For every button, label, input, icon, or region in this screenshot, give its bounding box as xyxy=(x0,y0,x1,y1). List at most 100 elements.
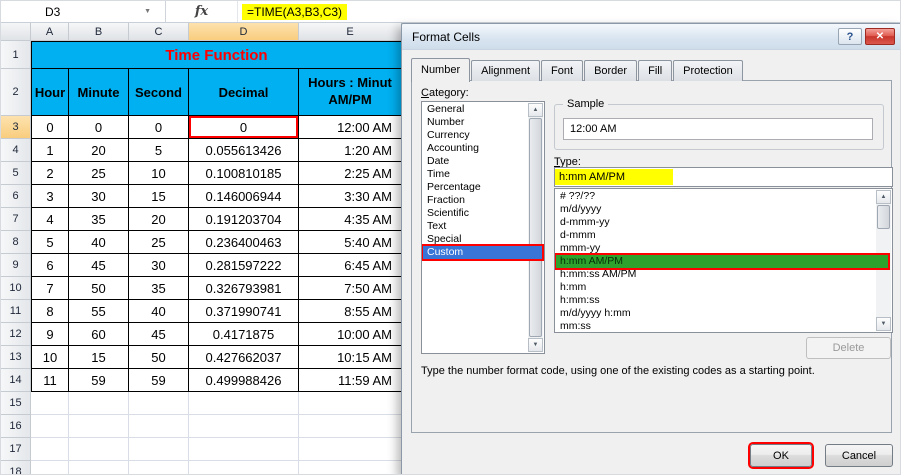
cell-second[interactable]: 0 xyxy=(129,116,189,139)
chevron-down-icon[interactable]: ▼ xyxy=(144,8,151,15)
category-option[interactable]: Special xyxy=(423,233,528,246)
cell-decimal[interactable]: 0.191203704 xyxy=(189,208,299,231)
row-header[interactable]: 11 xyxy=(1,300,31,323)
cell-minute[interactable]: 25 xyxy=(69,162,129,185)
cell-time[interactable]: 10:00 AM xyxy=(299,323,402,346)
cell-hour[interactable]: 6 xyxy=(31,254,69,277)
cell-second[interactable]: 35 xyxy=(129,277,189,300)
empty-cell[interactable] xyxy=(129,461,189,474)
type-option[interactable]: h:mm:ss xyxy=(556,294,876,307)
type-listbox[interactable]: # ??/?? m/d/yyyy d-mmm-yy d-mmm mmm-yy h:mm A… xyxy=(554,188,893,333)
cell-decimal[interactable]: 0.371990741 xyxy=(189,300,299,323)
cell-hour[interactable]: 7 xyxy=(31,277,69,300)
close-button[interactable]: ✕ xyxy=(865,28,895,45)
empty-cell[interactable] xyxy=(31,461,69,474)
cell-second[interactable]: 15 xyxy=(129,185,189,208)
empty-cell[interactable] xyxy=(69,392,129,415)
ok-button[interactable]: OK xyxy=(750,444,812,467)
empty-cell[interactable] xyxy=(69,438,129,461)
empty-cell[interactable] xyxy=(69,415,129,438)
column-header[interactable]: E xyxy=(299,23,402,41)
category-listbox[interactable]: General Number Currency Accounting Date Time P… xyxy=(421,101,545,354)
row-header[interactable]: 3 xyxy=(1,116,31,139)
insert-function-button[interactable]: fx xyxy=(166,1,238,22)
type-option[interactable]: mmm-yy xyxy=(556,242,876,255)
cell-hour[interactable]: 9 xyxy=(31,323,69,346)
cell-minute[interactable]: 15 xyxy=(69,346,129,369)
dialog-tab[interactable]: Protection xyxy=(673,60,743,81)
empty-cell[interactable] xyxy=(129,392,189,415)
cell-time[interactable]: 7:50 AM xyxy=(299,277,402,300)
category-option[interactable]: Currency xyxy=(423,129,528,142)
formula-input[interactable]: =TIME(A3,B3,C3) xyxy=(238,1,900,22)
row-header[interactable]: 1 xyxy=(1,41,31,69)
row-header[interactable]: 17 xyxy=(1,438,31,461)
cell-decimal[interactable]: 0.499988426 xyxy=(189,369,299,392)
empty-cell[interactable] xyxy=(299,415,402,438)
cell-decimal[interactable]: 0.4171875 xyxy=(189,323,299,346)
row-header[interactable]: 12 xyxy=(1,323,31,346)
cell-minute[interactable]: 40 xyxy=(69,231,129,254)
cell-decimal[interactable]: 0.236400463 xyxy=(189,231,299,254)
row-header[interactable]: 6 xyxy=(1,185,31,208)
cell-decimal[interactable]: 0.326793981 xyxy=(189,277,299,300)
cell-hour[interactable]: 2 xyxy=(31,162,69,185)
row-header[interactable]: 10 xyxy=(1,277,31,300)
cell-hour[interactable]: 5 xyxy=(31,231,69,254)
cell-time[interactable]: 12:00 AM xyxy=(299,116,402,139)
cell-minute[interactable]: 60 xyxy=(69,323,129,346)
cell-decimal[interactable]: 0.146006944 xyxy=(189,185,299,208)
empty-cell[interactable] xyxy=(299,438,402,461)
cell-minute[interactable]: 45 xyxy=(69,254,129,277)
cell-decimal[interactable]: 0.427662037 xyxy=(189,346,299,369)
cancel-button[interactable]: Cancel xyxy=(825,444,893,467)
cell-hour[interactable]: 3 xyxy=(31,185,69,208)
empty-cell[interactable] xyxy=(299,392,402,415)
category-option[interactable]: Custom xyxy=(422,244,544,261)
cell-second[interactable]: 20 xyxy=(129,208,189,231)
category-option[interactable]: Fraction xyxy=(423,194,528,207)
empty-cell[interactable] xyxy=(129,415,189,438)
category-scrollbar[interactable]: ▲ ▼ xyxy=(528,103,543,352)
cell-second[interactable]: 5 xyxy=(129,139,189,162)
row-header[interactable]: 16 xyxy=(1,415,31,438)
cell-hour[interactable]: 1 xyxy=(31,139,69,162)
type-option[interactable]: # ??/?? xyxy=(556,190,876,203)
cell-minute[interactable]: 50 xyxy=(69,277,129,300)
scroll-up-button[interactable]: ▲ xyxy=(876,190,891,204)
dialog-tab[interactable]: Number xyxy=(411,58,471,82)
dialog-tab[interactable]: Fill xyxy=(638,60,673,81)
cell-time[interactable]: 2:25 AM xyxy=(299,162,402,185)
cell-second[interactable]: 45 xyxy=(129,323,189,346)
cell-minute[interactable]: 0 xyxy=(69,116,129,139)
column-header[interactable]: B xyxy=(69,23,129,41)
cell-second[interactable]: 50 xyxy=(129,346,189,369)
type-option[interactable]: m/d/yyyy xyxy=(556,203,876,216)
category-option[interactable]: Number xyxy=(423,116,528,129)
scrollbar-thumb[interactable] xyxy=(529,118,542,337)
row-header[interactable]: 13 xyxy=(1,346,31,369)
row-header[interactable]: 14 xyxy=(1,369,31,392)
dialog-tab[interactable]: Font xyxy=(541,60,584,81)
empty-cell[interactable] xyxy=(189,438,299,461)
cell-time[interactable]: 8:55 AM xyxy=(299,300,402,323)
header-cell-decimal[interactable]: Decimal xyxy=(189,69,299,116)
cell-decimal[interactable]: 0.100810185 xyxy=(189,162,299,185)
row-header[interactable]: 9 xyxy=(1,254,31,277)
dialog-tab[interactable]: Alignment xyxy=(471,60,541,81)
cell-hour[interactable]: 8 xyxy=(31,300,69,323)
header-cell-second[interactable]: Second xyxy=(129,69,189,116)
empty-cell[interactable] xyxy=(129,438,189,461)
category-option[interactable]: Text xyxy=(423,220,528,233)
category-option[interactable]: Percentage xyxy=(423,181,528,194)
category-option[interactable]: Scientific xyxy=(423,207,528,220)
row-header[interactable]: 4 xyxy=(1,139,31,162)
category-option[interactable]: Date xyxy=(423,155,528,168)
cell-time[interactable]: 5:40 AM xyxy=(299,231,402,254)
category-option[interactable]: General xyxy=(423,103,528,116)
empty-cell[interactable] xyxy=(69,461,129,474)
type-option[interactable]: m/d/yyyy h:mm xyxy=(556,307,876,320)
cell-decimal[interactable]: 0.281597222 xyxy=(189,254,299,277)
cell-hour[interactable]: 0 xyxy=(31,116,69,139)
cell-minute[interactable]: 55 xyxy=(69,300,129,323)
